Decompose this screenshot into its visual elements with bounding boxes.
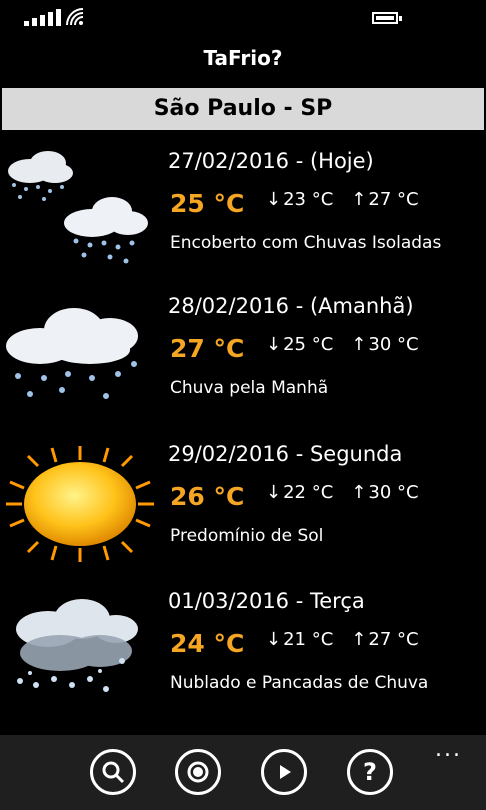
forecast-date: 28/02/2016 - (Amanhã) bbox=[168, 294, 414, 318]
arrow-up-icon: ↑ bbox=[351, 334, 367, 355]
help-button[interactable]: ? bbox=[347, 749, 393, 795]
forecast-max: 27 °C bbox=[368, 629, 419, 650]
forecast-description: Predomínio de Sol bbox=[170, 526, 324, 546]
forecast-max: 30 °C bbox=[368, 334, 419, 355]
forecast-date: 27/02/2016 - (Hoje) bbox=[168, 149, 374, 173]
forecast-description: Chuva pela Manhã bbox=[170, 378, 329, 398]
arrow-down-icon: ↓ bbox=[266, 629, 282, 650]
search-icon bbox=[102, 761, 125, 784]
arrow-down-icon: ↓ bbox=[266, 482, 282, 503]
forecast-temp: 24 °C bbox=[170, 629, 245, 658]
cloud-showers-icon bbox=[16, 599, 138, 692]
play-icon bbox=[280, 765, 291, 779]
rain-cloud-icon bbox=[6, 308, 138, 399]
forecast-description: Encoberto com Chuvas Isoladas bbox=[170, 233, 442, 253]
forecast-temp: 27 °C bbox=[170, 334, 245, 363]
arrow-down-icon: ↓ bbox=[266, 334, 282, 355]
forecast-temp: 26 °C bbox=[170, 482, 245, 511]
signal-strength-icon bbox=[24, 9, 61, 26]
arrow-up-icon: ↑ bbox=[351, 482, 367, 503]
wifi-icon bbox=[66, 8, 84, 26]
forecast-day[interactable]: 28/02/2016 - (Amanhã) 27 °C ↓ 25 °C ↑ 30 °… bbox=[0, 290, 486, 430]
forecast-max: 27 °C bbox=[368, 189, 419, 210]
search-button[interactable] bbox=[90, 749, 136, 795]
forecast-min: 22 °C bbox=[283, 482, 334, 503]
forecast-temp: 25 °C bbox=[170, 189, 245, 218]
app-title: TaFrio? bbox=[203, 46, 283, 70]
rain-clouds-icon bbox=[8, 151, 148, 264]
help-icon: ? bbox=[363, 758, 377, 786]
battery-icon bbox=[372, 12, 402, 24]
location-icon bbox=[187, 761, 209, 783]
forecast-min: 23 °C bbox=[283, 189, 334, 210]
forecast-day[interactable]: 27/02/2016 - (Hoje) 25 °C ↓ 23 °C ↑ 27 °C … bbox=[0, 145, 486, 285]
city-header[interactable]: São Paulo - SP bbox=[2, 88, 484, 130]
play-button[interactable] bbox=[261, 749, 307, 795]
arrow-up-icon: ↑ bbox=[351, 629, 367, 650]
location-button[interactable] bbox=[175, 749, 221, 795]
forecast-day[interactable]: 29/02/2016 - Segunda 26 °C ↓ 22 °C ↑ 30 °C… bbox=[0, 438, 486, 578]
forecast-date: 01/03/2016 - Terça bbox=[168, 589, 365, 613]
forecast-min: 25 °C bbox=[283, 334, 334, 355]
arrow-down-icon: ↓ bbox=[266, 189, 282, 210]
forecast-date: 29/02/2016 - Segunda bbox=[168, 442, 403, 466]
forecast-day[interactable]: 01/03/2016 - Terça 24 °C ↓ 21 °C ↑ 27 °C N… bbox=[0, 585, 486, 725]
more-options-icon[interactable]: ... bbox=[435, 739, 462, 761]
forecast-max: 30 °C bbox=[368, 482, 419, 503]
forecast-description: Nublado e Pancadas de Chuva bbox=[170, 673, 429, 693]
app-bar: ? ... bbox=[0, 735, 486, 810]
arrow-up-icon: ↑ bbox=[351, 189, 367, 210]
status-bar bbox=[0, 0, 486, 36]
sun-icon bbox=[6, 446, 154, 562]
forecast-min: 21 °C bbox=[283, 629, 334, 650]
